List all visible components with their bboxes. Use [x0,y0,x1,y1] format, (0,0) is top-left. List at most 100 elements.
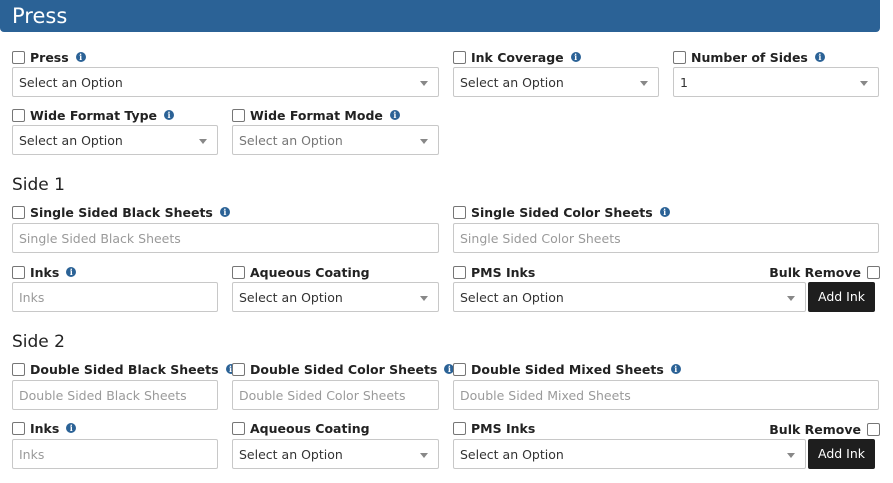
wide-format-type-label: Wide Format Type i [12,107,175,123]
side2-bulk-remove-label: Bulk Remove [769,421,861,437]
chevron-down-icon [420,453,428,458]
side1-pms-label-text: PMS Inks [471,264,536,280]
wide-format-mode-select[interactable]: Select an Option [232,125,439,155]
side2-pms-select-value: Select an Option [460,447,564,462]
info-icon[interactable]: i [219,207,230,217]
double-color-placeholder: Double Sided Color Sheets [239,388,406,403]
side1-inks-label: Inks i [12,264,77,280]
side1-aqueous-label: Aqueous Coating [232,264,370,280]
single-black-label-text: Single Sided Black Sheets [30,204,213,220]
wide-format-mode-label-text: Wide Format Mode [250,107,383,123]
double-black-label-text: Double Sided Black Sheets [30,361,219,377]
single-color-input[interactable]: Single Sided Color Sheets [453,223,879,253]
info-icon[interactable]: i [389,110,400,120]
double-mixed-placeholder: Double Sided Mixed Sheets [460,388,631,403]
side2-add-ink-button[interactable]: Add Ink [808,439,875,469]
side2-bulk-remove-checkbox[interactable] [867,422,880,436]
side1-bulk-remove: Bulk Remove [769,264,880,280]
info-icon[interactable]: i [659,207,670,217]
wide-format-mode-label: Wide Format Mode i [232,107,400,123]
number-of-sides-label-text: Number of Sides [691,49,808,65]
single-color-label: Single Sided Color Sheets i [453,204,670,220]
side2-aqueous-checkbox[interactable] [232,421,245,435]
side1-bulk-remove-label: Bulk Remove [769,264,861,280]
press-select[interactable]: Select an Option [12,67,439,97]
side2-heading: Side 2 [12,332,65,352]
wide-format-type-label-text: Wide Format Type [30,107,158,123]
single-color-label-text: Single Sided Color Sheets [471,204,653,220]
chevron-down-icon [420,296,428,301]
double-black-checkbox[interactable] [12,362,25,376]
info-icon[interactable]: i [814,52,825,62]
side2-aqueous-select[interactable]: Select an Option [232,439,439,469]
double-mixed-input[interactable]: Double Sided Mixed Sheets [453,380,879,410]
ink-coverage-select[interactable]: Select an Option [453,67,659,97]
side2-aqueous-label: Aqueous Coating [232,420,370,436]
press-checkbox[interactable] [12,50,25,64]
number-of-sides-checkbox[interactable] [673,50,686,64]
section-title: Press [12,4,68,28]
side2-bulk-remove: Bulk Remove [769,421,880,437]
info-icon[interactable]: i [66,423,77,433]
side2-aqueous-select-value: Select an Option [239,447,343,462]
double-mixed-checkbox[interactable] [453,362,466,376]
chevron-down-icon [640,81,648,86]
double-color-input[interactable]: Double Sided Color Sheets [232,380,439,410]
side1-aqueous-select[interactable]: Select an Option [232,282,439,312]
info-icon[interactable]: i [75,52,86,62]
double-mixed-label: Double Sided Mixed Sheets i [453,361,681,377]
ink-coverage-checkbox[interactable] [453,50,466,64]
number-of-sides-select-value: 1 [680,75,688,90]
ink-coverage-select-value: Select an Option [460,75,564,90]
single-color-placeholder: Single Sided Color Sheets [460,231,621,246]
double-black-input[interactable]: Double Sided Black Sheets [12,380,218,410]
side2-pms-label: PMS Inks [453,420,535,436]
double-color-checkbox[interactable] [232,362,245,376]
side1-aqueous-checkbox[interactable] [232,265,245,279]
double-black-placeholder: Double Sided Black Sheets [19,388,187,403]
wide-format-mode-select-value: Select an Option [239,133,343,148]
chevron-down-icon [199,139,207,144]
side1-pms-checkbox[interactable] [453,265,466,279]
side2-inks-checkbox[interactable] [12,421,25,435]
side2-inks-input[interactable]: Inks [12,439,218,469]
single-black-checkbox[interactable] [12,205,25,219]
side2-aqueous-label-text: Aqueous Coating [250,420,370,436]
side2-pms-select[interactable]: Select an Option [453,439,806,469]
chevron-down-icon [420,81,428,86]
side2-pms-checkbox[interactable] [453,421,466,435]
info-icon[interactable]: i [164,110,175,120]
number-of-sides-select[interactable]: 1 [673,67,879,97]
side1-bulk-remove-checkbox[interactable] [867,265,880,279]
side2-inks-label-text: Inks [30,420,60,436]
section-header: Press [0,0,880,32]
chevron-down-icon [420,139,428,144]
chevron-down-icon [787,453,795,458]
info-icon[interactable]: i [570,52,581,62]
chevron-down-icon [787,296,795,301]
wide-format-type-select-value: Select an Option [19,133,123,148]
info-icon[interactable]: i [66,267,77,277]
single-black-placeholder: Single Sided Black Sheets [19,231,181,246]
side2-inks-placeholder: Inks [19,447,45,462]
press-label: Press i [12,49,86,65]
side1-add-ink-button[interactable]: Add Ink [808,282,875,312]
side2-inks-label: Inks i [12,420,77,436]
side1-inks-checkbox[interactable] [12,265,25,279]
wide-format-type-select[interactable]: Select an Option [12,125,218,155]
side1-pms-label: PMS Inks [453,264,535,280]
press-select-value: Select an Option [19,75,123,90]
side1-inks-label-text: Inks [30,264,60,280]
side1-pms-select[interactable]: Select an Option [453,282,806,312]
side1-inks-input[interactable]: Inks [12,282,218,312]
side1-inks-placeholder: Inks [19,290,45,305]
info-icon[interactable]: i [670,364,681,374]
side1-aqueous-select-value: Select an Option [239,290,343,305]
wide-format-mode-checkbox[interactable] [232,108,245,122]
wide-format-type-checkbox[interactable] [12,108,25,122]
double-color-label-text: Double Sided Color Sheets [250,361,438,377]
ink-coverage-label: Ink Coverage i [453,49,581,65]
press-label-text: Press [30,49,69,65]
single-black-input[interactable]: Single Sided Black Sheets [12,223,439,253]
single-color-checkbox[interactable] [453,205,466,219]
